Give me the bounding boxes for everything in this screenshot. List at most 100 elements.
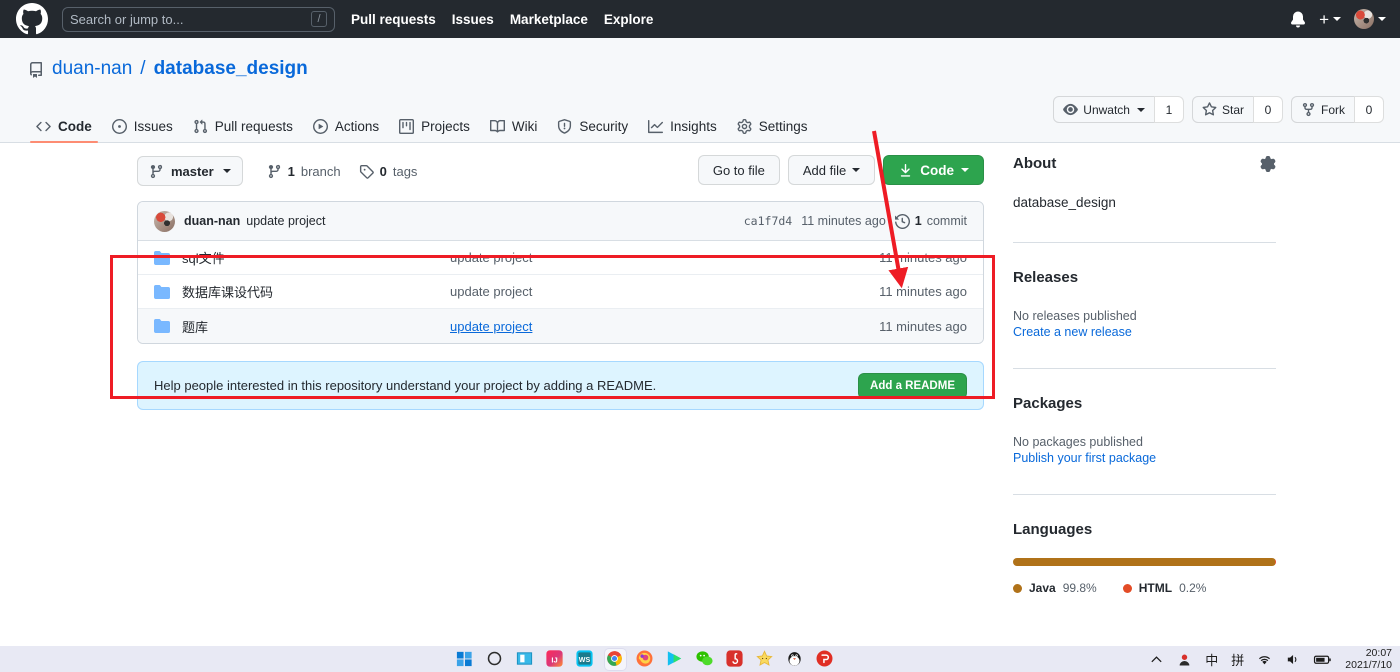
readme-prompt-text: Help people interested in this repositor… <box>154 378 657 393</box>
language-segment-java[interactable] <box>1013 558 1276 566</box>
tray-app-icon[interactable] <box>1177 652 1192 667</box>
netease-music-icon[interactable] <box>725 649 746 670</box>
folder-icon <box>154 284 170 300</box>
releases-title: Releases <box>1013 269 1079 286</box>
star-app-icon[interactable] <box>755 649 776 670</box>
breadcrumb-separator: / <box>140 58 146 79</box>
firefox-icon[interactable] <box>635 649 656 670</box>
file-commit-message[interactable]: update project <box>450 284 879 299</box>
tab-wiki[interactable]: Wiki <box>480 119 548 143</box>
language-item-java[interactable]: Java 99.8% <box>1013 581 1097 595</box>
task-view-button[interactable] <box>515 649 536 670</box>
unwatch-button[interactable]: Unwatch <box>1053 96 1154 123</box>
file-commit-message[interactable]: update project <box>450 319 879 334</box>
commit-message[interactable]: update project <box>246 214 325 228</box>
webstorm-icon[interactable]: WS <box>575 649 596 670</box>
media-player-icon[interactable] <box>665 649 686 670</box>
create-new-menu[interactable]: + <box>1319 11 1341 28</box>
bell-icon[interactable] <box>1290 11 1306 28</box>
tab-pull-requests[interactable]: Pull requests <box>183 119 303 143</box>
file-commit-message[interactable]: update project <box>450 250 879 265</box>
table-row[interactable]: 题库 update project 11 minutes ago <box>138 309 983 343</box>
wifi-icon[interactable] <box>1257 652 1272 667</box>
book-icon <box>489 119 505 133</box>
star-button[interactable]: Star <box>1191 96 1253 123</box>
ime-method-indicator[interactable]: 拼 <box>1231 650 1244 669</box>
file-name[interactable]: sql文件 <box>182 248 450 267</box>
table-row[interactable]: 数据库课设代码 update project 11 minutes ago <box>138 275 983 309</box>
wechat-icon[interactable] <box>695 649 716 670</box>
avatar[interactable] <box>154 210 175 232</box>
star-count[interactable]: 0 <box>1253 96 1283 123</box>
qq-icon[interactable] <box>785 649 806 670</box>
breadcrumb-owner[interactable]: duan-nan <box>52 58 132 80</box>
tab-insights[interactable]: Insights <box>638 119 727 143</box>
battery-icon[interactable] <box>1313 652 1332 667</box>
packages-heading: Packages <box>1013 395 1276 412</box>
search-button[interactable] <box>485 649 506 670</box>
clock[interactable]: 20:07 2021/7/10 <box>1345 647 1392 671</box>
graph-icon <box>648 119 664 134</box>
search-input[interactable]: Search or jump to... / <box>62 6 335 32</box>
language-item-html[interactable]: HTML 0.2% <box>1122 581 1206 595</box>
publish-package-link[interactable]: Publish your first package <box>1013 451 1276 465</box>
commit-author[interactable]: duan-nan <box>184 214 240 228</box>
nav-pull-requests[interactable]: Pull requests <box>351 12 436 27</box>
breadcrumb-repo-name[interactable]: database_design <box>154 58 308 80</box>
file-name[interactable]: 数据库课设代码 <box>182 282 450 301</box>
table-row[interactable]: sql文件 update project 11 minutes ago <box>138 241 983 275</box>
tag-count-label: tags <box>392 163 418 179</box>
commit-history-link[interactable]: 1 commit <box>894 213 967 229</box>
commit-sha[interactable]: ca1f7d4 <box>744 214 792 228</box>
gear-icon[interactable] <box>1260 155 1276 172</box>
chrome-icon[interactable] <box>605 648 626 670</box>
tab-security[interactable]: Security <box>547 119 638 143</box>
tag-count-value: 0 <box>379 163 387 179</box>
about-heading: About <box>1013 155 1276 172</box>
start-button[interactable] <box>455 649 476 670</box>
tab-settings[interactable]: Settings <box>727 119 818 143</box>
language-segment-html[interactable] <box>1275 558 1276 566</box>
code-button[interactable]: Code <box>883 155 984 185</box>
add-file-label: Add file <box>802 162 847 178</box>
fork-button[interactable]: Fork <box>1291 96 1354 123</box>
ime-mode-indicator[interactable]: 中 <box>1205 650 1218 669</box>
tab-code[interactable]: Code <box>26 119 102 143</box>
nav-marketplace[interactable]: Marketplace <box>510 12 588 27</box>
speaker-icon[interactable] <box>1285 652 1300 667</box>
readme-prompt-banner: Help people interested in this repositor… <box>137 361 984 410</box>
file-commit-time: 11 minutes ago <box>879 250 967 265</box>
account-menu[interactable] <box>1354 9 1386 29</box>
search-shortcut-badge: / <box>311 11 327 27</box>
watch-count[interactable]: 1 <box>1153 96 1184 123</box>
breadcrumb: duan-nan / database_design <box>28 58 308 80</box>
pinduoduo-icon[interactable] <box>815 649 836 670</box>
repository-actions: Unwatch 1 Star 0 Fork 0 <box>1053 96 1384 123</box>
chevron-down-icon <box>1378 17 1386 21</box>
chevron-up-icon[interactable] <box>1149 652 1164 667</box>
nav-issues[interactable]: Issues <box>452 12 494 27</box>
file-name[interactable]: 题库 <box>182 317 450 336</box>
releases-heading: Releases <box>1013 269 1276 286</box>
language-name: HTML <box>1138 581 1173 595</box>
intellij-idea-icon[interactable]: IJ <box>545 649 566 670</box>
go-to-file-button[interactable]: Go to file <box>697 155 780 185</box>
add-file-button[interactable]: Add file <box>787 155 876 185</box>
tag-count[interactable]: 0 tags <box>359 163 418 179</box>
add-readme-button[interactable]: Add a README <box>858 372 967 399</box>
branch-selector[interactable]: master <box>137 156 243 186</box>
tab-actions[interactable]: Actions <box>303 119 389 143</box>
system-tray: 中 拼 20:07 2021/7/10 <box>1149 647 1392 671</box>
gear-icon <box>737 119 752 134</box>
sidebar-divider <box>1013 494 1276 495</box>
language-legend: Java 99.8% HTML 0.2% <box>1013 581 1276 595</box>
github-mark-icon[interactable] <box>16 3 48 35</box>
tab-issues[interactable]: Issues <box>102 119 183 143</box>
branch-count[interactable]: 1 branch <box>267 164 341 179</box>
star-icon <box>1202 102 1217 116</box>
create-release-link[interactable]: Create a new release <box>1013 325 1276 339</box>
fork-count[interactable]: 0 <box>1354 96 1384 123</box>
tab-projects[interactable]: Projects <box>389 119 480 143</box>
nav-explore[interactable]: Explore <box>604 12 654 27</box>
language-color-dot <box>1122 583 1132 593</box>
